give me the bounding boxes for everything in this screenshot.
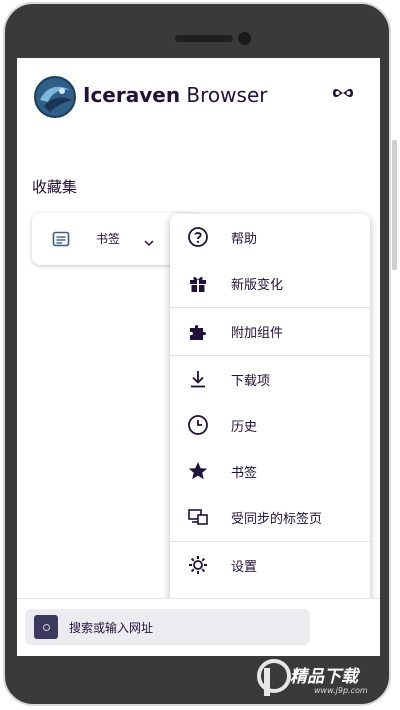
brand-bold: Iceraven xyxy=(83,83,181,107)
menu-item-label: 帮助 xyxy=(231,232,258,247)
puzzle-icon xyxy=(187,320,209,342)
menu-item-help[interactable]: 帮助 xyxy=(170,214,370,260)
search-engine-icon xyxy=(34,615,58,639)
menu-item-label: 附加组件 xyxy=(231,326,284,341)
menu-item-bookmarks[interactable]: 书签 xyxy=(170,448,370,494)
menu-item-downloads[interactable]: 下载项 xyxy=(170,356,370,402)
menu-item-addons[interactable]: 附加组件 xyxy=(170,308,370,354)
history-icon xyxy=(187,414,209,436)
gift-icon xyxy=(187,272,209,294)
help-icon xyxy=(187,226,209,248)
gear-icon xyxy=(187,554,209,576)
menu-item-whats-new[interactable]: 新版变化 xyxy=(170,260,370,306)
star-icon xyxy=(187,460,209,482)
app-screen: Iceraven Browser 收藏集 书签 帮助 新版变化 附加组件 下载项… xyxy=(17,58,380,656)
watermark-url: www.j9p.com xyxy=(314,686,368,695)
tab-tray-label: 书签 xyxy=(96,232,121,246)
search-input[interactable]: 搜索或输入网址 xyxy=(25,609,310,645)
menu-item-label: 下载项 xyxy=(231,374,271,389)
phone-speaker xyxy=(175,35,233,42)
collections-title: 收藏集 xyxy=(32,178,78,196)
mask-icon[interactable] xyxy=(331,85,355,101)
chevron-down-icon xyxy=(144,233,154,247)
brand-light: Browser xyxy=(186,83,268,107)
browser-menu: 帮助 新版变化 附加组件 下载项 历史 书签 受同步的标签页 设置 xyxy=(170,214,370,636)
menu-item-history[interactable]: 历史 xyxy=(170,402,370,448)
brand-title: Iceraven Browser xyxy=(83,83,267,107)
menu-item-label: 设置 xyxy=(231,560,258,575)
tab-tray-icon xyxy=(52,230,70,248)
bottom-toolbar: 搜索或输入网址 xyxy=(17,598,380,656)
iceraven-logo-icon xyxy=(34,76,76,118)
download-icon xyxy=(187,368,209,390)
synced-tabs-icon xyxy=(187,506,209,528)
menu-item-label: 书签 xyxy=(231,466,258,481)
menu-item-settings[interactable]: 设置 xyxy=(170,542,370,588)
menu-item-label: 新版变化 xyxy=(231,278,284,293)
watermark-text: 精品下载 xyxy=(290,667,358,687)
phone-camera xyxy=(238,32,251,45)
search-placeholder: 搜索或输入网址 xyxy=(69,621,154,635)
phone-side-button xyxy=(392,140,397,270)
menu-item-label: 受同步的标签页 xyxy=(231,512,323,527)
menu-item-synced-tabs[interactable]: 受同步的标签页 xyxy=(170,494,370,540)
menu-item-label: 历史 xyxy=(231,420,258,435)
